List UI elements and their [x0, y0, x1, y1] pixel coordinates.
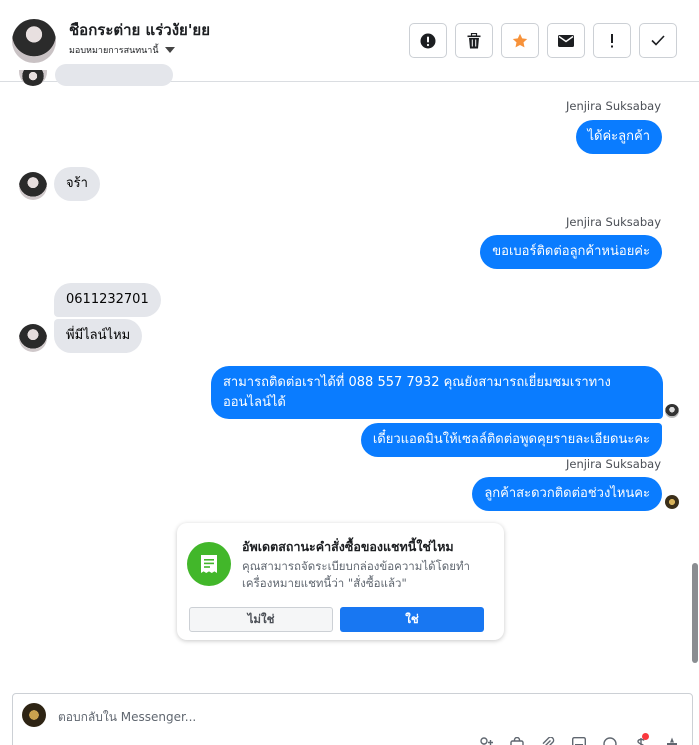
- contact-avatar-small: [19, 172, 47, 200]
- message-bubble-outgoing[interactable]: ขอเบอร์ติดต่อลูกค้าหน่อยค่ะ: [480, 235, 662, 269]
- reply-input[interactable]: ตอบกลับใน Messenger...: [58, 708, 196, 727]
- clipped-message-bubble: [55, 64, 173, 86]
- sender-name: Jenjira Suksabay: [565, 457, 661, 471]
- contact-avatar-small: [19, 324, 47, 352]
- message-bubble-incoming[interactable]: 0611232701: [54, 283, 161, 317]
- assign-dropdown[interactable]: มอบหมายการสนทนานี้: [69, 43, 175, 57]
- yes-button[interactable]: ใช่: [340, 607, 484, 632]
- scrollbar-thumb[interactable]: [692, 563, 698, 663]
- receipt-icon: [187, 542, 231, 586]
- envelope-icon: [558, 34, 574, 47]
- keyboard-icon[interactable]: [571, 737, 587, 745]
- like-icon[interactable]: [664, 737, 680, 745]
- seen-avatar: [665, 495, 679, 509]
- alert-circle-icon: [420, 33, 436, 48]
- message-bubble-incoming[interactable]: พี่มีไลน์ไหม: [54, 319, 143, 353]
- order-status-card: อัพเดตสถานะคำสั่งซื้อของแชทนี้ใช่ไหม คุณ…: [177, 523, 504, 640]
- star-icon: [512, 33, 528, 47]
- message-bubble-outgoing[interactable]: เดี๋ยวแอดมินให้เซลล์ติดต่อพูดคุยรายละเอี…: [360, 423, 662, 457]
- notification-dot: [642, 733, 649, 740]
- star-button[interactable]: [501, 23, 539, 58]
- trash-icon: [467, 32, 481, 48]
- delete-button[interactable]: [455, 23, 493, 58]
- toolbar: [409, 23, 677, 58]
- shopping-bag-icon[interactable]: [509, 736, 525, 745]
- spam-button[interactable]: [593, 23, 631, 58]
- contact-avatar[interactable]: [12, 19, 56, 63]
- reply-box: ตอบกลับใน Messenger...: [12, 693, 693, 745]
- alert-button[interactable]: [409, 23, 447, 58]
- page-avatar: [22, 703, 46, 727]
- done-button[interactable]: [639, 23, 677, 58]
- card-description: คุณสามารถจัดระเบียบกล่องข้อความได้โดยทำเ…: [242, 559, 471, 590]
- message-bubble-outgoing[interactable]: สามารถติดต่อเราได้ที่ 088 557 7932 คุณยั…: [211, 366, 663, 419]
- add-person-icon[interactable]: [478, 737, 494, 745]
- contact-name[interactable]: ชือกระต่าย แร่วงัย'ยย: [69, 18, 210, 42]
- chevron-down-icon: [164, 47, 175, 53]
- attachment-icon[interactable]: [540, 736, 556, 745]
- money-icon[interactable]: [633, 733, 649, 745]
- sender-name: Jenjira Suksabay: [565, 215, 661, 229]
- receipt-glyph: [201, 555, 217, 573]
- exclamation-icon: [611, 33, 613, 47]
- check-icon: [651, 35, 665, 46]
- assign-label: มอบหมายการสนทนานี้: [69, 46, 159, 56]
- sender-name: Jenjira Suksabay: [565, 99, 661, 113]
- seen-avatar: [665, 404, 679, 418]
- message-bubble-incoming[interactable]: จร้า: [54, 167, 100, 201]
- card-title: อัพเดตสถานะคำสั่งซื้อของแชทนี้ใช่ไหม: [242, 539, 454, 554]
- mark-unread-button[interactable]: [547, 23, 585, 58]
- contact-avatar-small: [19, 70, 47, 86]
- emoji-icon[interactable]: [602, 737, 618, 745]
- chat-scrollbar[interactable]: [691, 83, 699, 683]
- message-bubble-outgoing[interactable]: ลูกค้าสะดวกติดต่อช่วงไหนคะ: [472, 477, 662, 511]
- composer-tools: [478, 733, 680, 745]
- no-button[interactable]: ไม่ใช่: [189, 607, 333, 632]
- message-bubble-outgoing[interactable]: ได้ค่ะลูกค้า: [575, 120, 662, 154]
